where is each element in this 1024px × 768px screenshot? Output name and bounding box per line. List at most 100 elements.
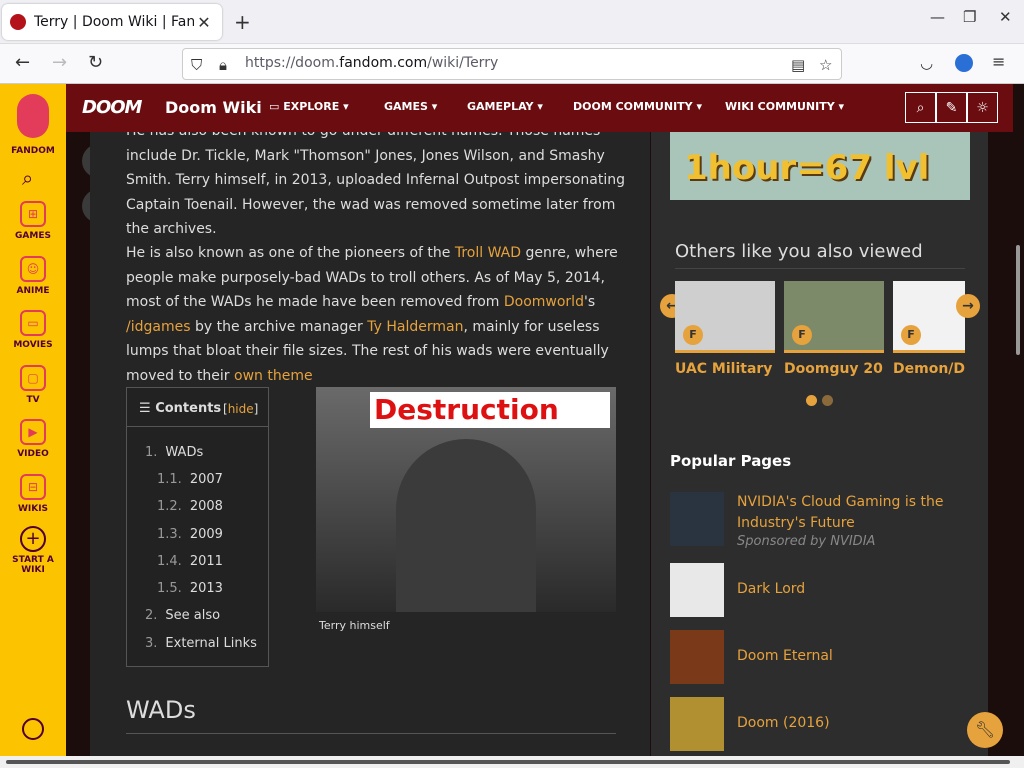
card-image[interactable]: F — [675, 281, 775, 353]
toc-item[interactable]: 2. See also — [145, 608, 220, 623]
clapper-icon: ▭ — [20, 310, 46, 336]
fandom-logo-icon[interactable] — [17, 94, 49, 138]
back-icon[interactable]: ← — [15, 52, 30, 73]
card-label[interactable]: UAC Military ... — [675, 361, 775, 377]
browser-tab-bar: Terry | Doom Wiki | Fandom ✕ + — ❐ ✕ — [0, 0, 1024, 44]
toc-item[interactable]: 1.5. 2013 — [157, 581, 223, 596]
tab-title: Terry | Doom Wiki | Fandom — [34, 14, 194, 30]
article-image[interactable]: Destruction — [316, 387, 616, 612]
toc-item[interactable]: 1.1. 2007 — [157, 472, 223, 487]
account-icon[interactable] — [955, 54, 973, 72]
popular-item[interactable]: Doom Eternal — [670, 630, 970, 685]
user-account-icon[interactable] — [22, 718, 44, 740]
controller-icon: ⊞ — [20, 201, 46, 227]
rail-anime[interactable]: ☺ ANIME — [0, 256, 66, 296]
menu-explore[interactable]: ▭ EXPLORE ▾ — [269, 100, 349, 113]
reload-icon[interactable]: ↻ — [88, 52, 103, 73]
popular-pages-heading: Popular Pages — [670, 452, 792, 470]
fandom-rail: FANDOM ⌕ ⊞ GAMES ☺ ANIME ▭ MOVIES ▢ TV ▶ VIDE… — [0, 84, 66, 756]
thumbnail — [670, 563, 724, 617]
card-image[interactable]: F — [893, 281, 965, 353]
toc-hide-link[interactable]: [hide] — [223, 402, 258, 416]
pocket-icon[interactable]: ◡ — [920, 54, 933, 72]
rail-games[interactable]: ⊞ GAMES — [0, 201, 66, 241]
wiki-name[interactable]: Doom Wiki — [165, 98, 262, 117]
search-icon[interactable]: ⌕ — [22, 166, 33, 190]
horizontal-scroll-thumb[interactable] — [6, 760, 1010, 764]
plus-icon: + — [20, 526, 46, 552]
doom-logo[interactable]: DOOM — [82, 97, 142, 118]
link-idgames[interactable]: /idgames — [126, 319, 191, 335]
link-own-theme[interactable]: own theme — [234, 368, 313, 384]
play-icon: ▶ — [20, 419, 46, 445]
rail-tv[interactable]: ▢ TV — [0, 365, 66, 405]
tv-icon: ▢ — [20, 365, 46, 391]
rail-video[interactable]: ▶ VIDEO — [0, 419, 66, 459]
rail-start-wiki[interactable]: + START A WIKI — [0, 526, 66, 575]
toc-item[interactable]: 1.2. 2008 — [157, 499, 223, 514]
menu-wiki-community[interactable]: WIKI COMMUNITY ▾ — [725, 100, 844, 113]
theme-toggle-icon[interactable]: ☼ — [967, 92, 998, 123]
fandom-badge-icon: F — [901, 325, 921, 345]
card-image[interactable]: F — [784, 281, 884, 353]
rail-movies[interactable]: ▭ MOVIES — [0, 310, 66, 350]
toc-item[interactable]: 1. WADs — [145, 445, 203, 460]
paragraph-2: He is also known as one of the pioneers … — [126, 245, 618, 384]
menu-icon[interactable]: ≡ — [992, 52, 1005, 71]
reader-view-icon[interactable]: ▤ — [791, 56, 805, 74]
maximize-icon[interactable]: ❐ — [963, 8, 976, 26]
address-bar[interactable]: ⛉ 🔒︎ https://doom.fandom.com/wiki/Terry … — [182, 48, 842, 80]
menu-doom-community[interactable]: DOOM COMMUNITY ▾ — [573, 100, 702, 113]
card-label[interactable]: Demon/Do — [893, 361, 965, 377]
menu-games[interactable]: GAMES ▾ — [384, 100, 437, 113]
image-caption: Terry himself — [319, 619, 390, 632]
browser-tab[interactable]: Terry | Doom Wiki | Fandom ✕ — [2, 4, 222, 40]
fandom-badge-icon: F — [792, 325, 812, 345]
carousel-dot[interactable] — [806, 395, 817, 406]
url-text: https://doom.fandom.com/wiki/Terry — [245, 55, 499, 71]
table-of-contents: ☰ Contents [hide] 1. WADs 1.1. 2007 1.2. 20… — [126, 387, 269, 667]
thumbnail — [670, 630, 724, 684]
popular-item[interactable]: NVIDIA's Cloud Gaming is the Industry's … — [670, 492, 970, 549]
popular-item[interactable]: Doom (2016) — [670, 697, 970, 752]
wrench-tool-icon[interactable]: 🔧︎ — [967, 712, 1003, 748]
vertical-scrollbar[interactable] — [1013, 84, 1024, 756]
ad-banner[interactable]: 1hour=67 lvl — [670, 132, 970, 200]
right-rail: 1hour=67 lvl Others like you also viewed… — [651, 132, 988, 756]
close-tab-icon[interactable]: ✕ — [194, 13, 214, 32]
toc-item[interactable]: 1.3. 2009 — [157, 527, 223, 542]
thumbnail — [670, 697, 724, 751]
link-doomworld[interactable]: Doomworld — [504, 294, 584, 310]
forward-icon[interactable]: → — [52, 52, 67, 73]
doom-favicon-icon — [10, 14, 26, 30]
others-viewed-heading: Others like you also viewed — [675, 241, 923, 262]
paragraph-1: He has also been known to go under diffe… — [126, 132, 626, 237]
thumbnail — [670, 492, 724, 546]
discussions-icon[interactable]: ✎ — [936, 92, 967, 123]
toc-item[interactable]: 3. External Links — [145, 636, 257, 651]
wiki-header: DOOM Doom Wiki ▭ EXPLORE ▾ GAMES ▾ GAMEP… — [66, 84, 1013, 132]
section-heading: WADs — [126, 696, 196, 724]
rail-wikis[interactable]: ⊟ WIKIS — [0, 474, 66, 514]
card-label[interactable]: Doomguy 20... — [784, 361, 884, 377]
anime-face-icon: ☺ — [20, 256, 46, 282]
toc-item[interactable]: 1.4. 2011 — [157, 554, 223, 569]
close-window-icon[interactable]: ✕ — [999, 8, 1012, 26]
scrollbar-thumb[interactable] — [1016, 245, 1020, 355]
lock-icon[interactable]: 🔒︎ — [219, 56, 227, 74]
bookmark-star-icon[interactable]: ☆ — [819, 56, 832, 74]
minimize-icon[interactable]: — — [930, 8, 945, 26]
popular-item[interactable]: Dark Lord — [670, 563, 970, 618]
wiki-search-icon[interactable]: ⌕ — [905, 92, 936, 123]
browser-nav-bar: ← → ↻ ⛉ 🔒︎ https://doom.fandom.com/wiki/… — [0, 44, 1024, 84]
image-banner-text: Destruction — [370, 392, 610, 428]
menu-gameplay[interactable]: GAMEPLAY ▾ — [467, 100, 543, 113]
carousel-dot[interactable] — [822, 395, 833, 406]
carousel-next-icon[interactable]: → — [956, 294, 980, 318]
fandom-badge-icon: F — [683, 325, 703, 345]
link-troll-wad[interactable]: Troll WAD — [455, 245, 521, 261]
new-tab-icon[interactable]: + — [234, 10, 251, 34]
shield-icon[interactable]: ⛉ — [191, 56, 202, 74]
fandom-brand[interactable]: FANDOM — [0, 146, 66, 156]
link-ty-halderman[interactable]: Ty Halderman — [367, 319, 463, 335]
